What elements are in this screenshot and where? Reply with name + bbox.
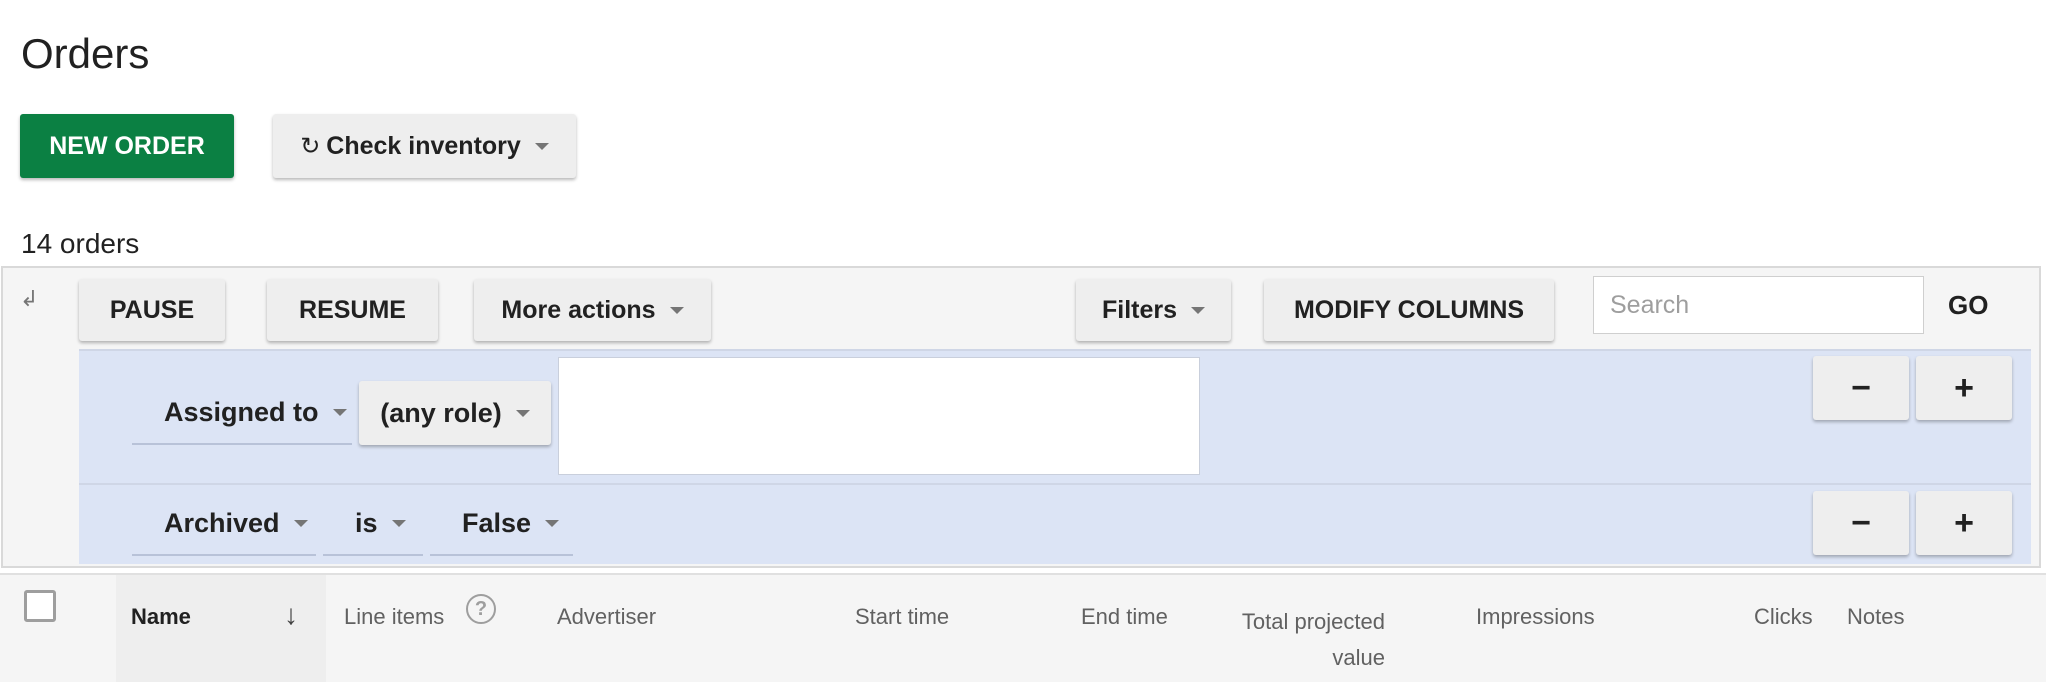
chevron-down-icon <box>293 520 308 527</box>
filters-button[interactable]: Filters <box>1076 279 1231 341</box>
filter-field-label: Archived <box>164 508 280 538</box>
filter-field-dropdown[interactable]: Archived <box>132 493 316 556</box>
filter-field-dropdown[interactable]: Assigned to <box>132 382 352 445</box>
filter-field-label: Assigned to <box>164 397 319 427</box>
filters-label: Filters <box>1101 295 1178 324</box>
column-header-total-projected-value[interactable]: Total projected value <box>1230 604 1385 676</box>
go-button[interactable]: GO <box>1948 290 1988 321</box>
minus-icon: − <box>1851 368 1871 407</box>
chevron-down-icon <box>515 409 530 417</box>
check-inventory-label: Check inventory <box>326 131 521 160</box>
column-header-end-time[interactable]: End time <box>1081 604 1168 630</box>
more-actions-label: More actions <box>501 295 656 324</box>
column-header-name[interactable]: Name <box>131 604 191 630</box>
check-inventory-button[interactable]: ↻ Check inventory <box>273 114 576 178</box>
orders-count: 14 orders <box>21 228 140 259</box>
remove-filter-button[interactable]: − <box>1813 491 1909 555</box>
remove-filter-button[interactable]: − <box>1813 356 1909 420</box>
chevron-down-icon <box>391 520 406 527</box>
filter-value-input[interactable] <box>558 357 1200 475</box>
column-header-notes[interactable]: Notes <box>1847 604 1904 630</box>
column-header-advertiser[interactable]: Advertiser <box>557 604 656 630</box>
plus-icon: + <box>1954 503 1974 542</box>
collapse-icon[interactable]: ↲ <box>20 286 38 312</box>
pause-label: PAUSE <box>109 295 195 324</box>
column-header-start-time[interactable]: Start time <box>855 604 949 630</box>
column-header-impressions[interactable]: Impressions <box>1476 604 1595 630</box>
resume-label: RESUME <box>299 295 406 324</box>
new-order-label: NEW ORDER <box>49 131 205 160</box>
help-circle-icon[interactable]: ? <box>466 594 496 624</box>
modify-columns-label: MODIFY COLUMNS <box>1293 295 1525 324</box>
filter-value-dropdown[interactable]: False <box>430 493 573 556</box>
search-input[interactable] <box>1593 276 1924 334</box>
filter-operator-dropdown[interactable]: is <box>323 493 423 556</box>
filter-value-label: False <box>462 508 532 538</box>
refresh-icon: ↻ <box>300 132 321 160</box>
filter-operator-label: is <box>355 508 378 538</box>
add-filter-button[interactable]: + <box>1916 491 2012 555</box>
chevron-down-icon <box>534 142 549 150</box>
add-filter-button[interactable]: + <box>1916 356 2012 420</box>
select-all-checkbox[interactable] <box>24 590 56 622</box>
resume-button[interactable]: RESUME <box>267 279 438 341</box>
modify-columns-button[interactable]: MODIFY COLUMNS <box>1264 279 1554 341</box>
page-title: Orders <box>21 30 150 77</box>
chevron-down-icon <box>332 409 347 416</box>
chevron-down-icon <box>1191 306 1206 314</box>
pause-button[interactable]: PAUSE <box>79 279 225 341</box>
chevron-down-icon <box>545 520 560 527</box>
plus-icon: + <box>1954 368 1974 407</box>
filter-role-dropdown[interactable]: (any role) <box>359 381 551 445</box>
column-header-line-items[interactable]: Line items <box>344 604 444 630</box>
more-actions-button[interactable]: More actions <box>474 279 711 341</box>
filter-role-label: (any role) <box>380 397 502 428</box>
arrow-down-icon[interactable]: ↓ <box>284 599 298 631</box>
chevron-down-icon <box>669 306 684 314</box>
new-order-button[interactable]: NEW ORDER <box>20 114 234 178</box>
minus-icon: − <box>1851 503 1871 542</box>
column-header-clicks[interactable]: Clicks <box>1754 604 1813 630</box>
